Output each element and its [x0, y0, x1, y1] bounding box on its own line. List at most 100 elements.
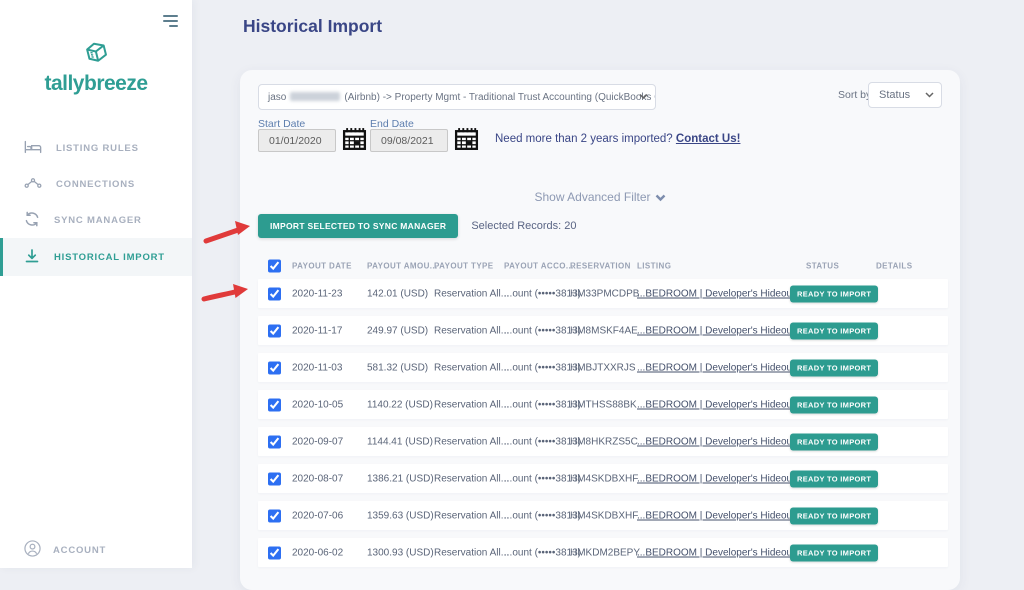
brand-name: tallybreeze — [0, 72, 192, 96]
payout-date: 2020-11-03 — [292, 362, 342, 373]
import-selected-button[interactable]: IMPORT SELECTED TO SYNC MANAGER — [258, 214, 458, 238]
end-date-input[interactable] — [370, 129, 448, 152]
select-all-checkbox[interactable] — [268, 260, 281, 273]
chevron-down-icon — [655, 194, 666, 202]
connection-selected-value: jaso(Airbnb) -> Property Mgmt - Traditio… — [268, 92, 656, 103]
col-payout-account: PAYOUT ACCO... — [504, 262, 574, 271]
sidebar-item-account[interactable]: ACCOUNT — [24, 540, 106, 560]
calendar-icon[interactable] — [453, 126, 480, 158]
sync-icon — [24, 211, 40, 230]
sidebar: tallybreeze LISTING RULES CONNECTIONS — [0, 0, 192, 568]
payout-date: 2020-10-05 — [292, 399, 343, 410]
listing-link[interactable]: ...BEDROOM | Developer's Hideout — [637, 473, 795, 484]
col-details: DETAILS — [876, 262, 912, 271]
reservation-code: HMKDM2BEPY — [570, 547, 640, 558]
status-badge: READY TO IMPORT — [790, 470, 878, 487]
payout-type: Reservation All... — [434, 473, 509, 484]
connection-select[interactable]: jaso(Airbnb) -> Property Mgmt - Traditio… — [258, 84, 656, 110]
reservation-code: HMTHSS88BK — [570, 399, 637, 410]
menu-icon[interactable] — [163, 12, 178, 27]
toolbar: IMPORT SELECTED TO SYNC MANAGER Selected… — [258, 214, 577, 238]
bed-icon — [24, 140, 42, 157]
sidebar-item-label: HISTORICAL IMPORT — [54, 252, 165, 263]
sidebar-item-historical-import[interactable]: HISTORICAL IMPORT — [0, 238, 192, 276]
listing-link[interactable]: ...BEDROOM | Developer's Hideout — [637, 362, 795, 373]
contact-us-link[interactable]: Contact Us! — [676, 133, 741, 145]
row-checkbox[interactable] — [268, 435, 281, 448]
reservation-code: HM4SKDBXHF — [570, 510, 638, 521]
listing-link[interactable]: ...BEDROOM | Developer's Hideout — [637, 325, 795, 336]
status-badge: READY TO IMPORT — [790, 359, 878, 376]
listing-link[interactable]: ...BEDROOM | Developer's Hideout — [637, 436, 795, 447]
import-note: Need more than 2 years imported? Contact… — [495, 133, 740, 145]
reservation-code: HM4SKDBXHF — [570, 473, 638, 484]
redacted-text — [290, 92, 340, 101]
table-header: PAYOUT DATE PAYOUT AMOU... PAYOUT TYPE P… — [258, 256, 948, 276]
page-title: Historical Import — [243, 16, 382, 37]
annotation-arrow-import-button — [203, 217, 255, 247]
status-badge: READY TO IMPORT — [790, 507, 878, 524]
calendar-icon[interactable] — [341, 126, 368, 158]
row-checkbox[interactable] — [268, 324, 281, 337]
sidebar-item-sync-manager[interactable]: SYNC MANAGER — [0, 202, 192, 238]
main-area: Historical Import jaso(Airbnb) -> Proper… — [192, 0, 1024, 568]
show-advanced-filter[interactable]: Show Advanced Filter — [240, 190, 960, 204]
col-listing: LISTING — [637, 262, 671, 271]
table-row: 2020-10-05 1140.22 (USD) Reservation All… — [258, 390, 948, 419]
payout-type: Reservation All... — [434, 510, 509, 521]
status-badge: READY TO IMPORT — [790, 396, 878, 413]
row-checkbox[interactable] — [268, 398, 281, 411]
table-body: 2020-11-23 142.01 (USD) Reservation All.… — [258, 279, 948, 575]
payout-amount: 1300.93 (USD) — [367, 547, 434, 558]
listing-link[interactable]: ...BEDROOM | Developer's Hideout — [637, 288, 795, 299]
table-row: 2020-09-07 1144.41 (USD) Reservation All… — [258, 427, 948, 456]
listing-link[interactable]: ...BEDROOM | Developer's Hideout — [637, 399, 795, 410]
account-label: ACCOUNT — [53, 545, 106, 556]
payout-amount: 249.97 (USD) — [367, 325, 428, 336]
start-date-input[interactable] — [258, 129, 336, 152]
logo: tallybreeze — [0, 38, 192, 96]
sort-by-label: Sort by — [838, 89, 871, 101]
col-reservation: RESERVATION — [570, 262, 631, 271]
sidebar-item-connections[interactable]: CONNECTIONS — [0, 166, 192, 202]
col-payout-amount: PAYOUT AMOU... — [367, 262, 438, 271]
payout-amount: 1144.41 (USD) — [367, 436, 433, 447]
annotation-arrow-first-row — [201, 279, 253, 305]
connections-icon — [24, 177, 42, 192]
reservation-code: HMBJTXXRJS — [570, 362, 636, 373]
table-row: 2020-06-02 1300.93 (USD) Reservation All… — [258, 538, 948, 567]
sort-selected-value: Status — [879, 89, 910, 101]
payout-amount: 581.32 (USD) — [367, 362, 428, 373]
sidebar-item-listing-rules[interactable]: LISTING RULES — [0, 130, 192, 166]
sidebar-item-label: LISTING RULES — [56, 143, 139, 154]
box-logo-icon — [79, 53, 113, 70]
status-badge: READY TO IMPORT — [790, 322, 878, 339]
reservation-code: HM33PMCDPB — [570, 288, 639, 299]
payout-type: Reservation All... — [434, 436, 509, 447]
status-badge: READY TO IMPORT — [790, 544, 878, 561]
row-checkbox[interactable] — [268, 472, 281, 485]
payout-date: 2020-11-17 — [292, 325, 342, 336]
payout-amount: 142.01 (USD) — [367, 288, 428, 299]
reservation-code: HM8HKRZS5C — [570, 436, 638, 447]
listing-link[interactable]: ...BEDROOM | Developer's Hideout — [637, 547, 795, 558]
payout-date: 2020-11-23 — [292, 288, 342, 299]
row-checkbox[interactable] — [268, 287, 281, 300]
sidebar-nav: LISTING RULES CONNECTIONS SYNC MANAGER — [0, 130, 192, 276]
payout-type: Reservation All... — [434, 399, 509, 410]
reservation-code: HM8MSKF4AE — [570, 325, 638, 336]
row-checkbox[interactable] — [268, 361, 281, 374]
listing-link[interactable]: ...BEDROOM | Developer's Hideout — [637, 510, 795, 521]
payout-type: Reservation All... — [434, 362, 509, 373]
row-checkbox[interactable] — [268, 546, 281, 559]
col-status: STATUS — [806, 262, 839, 271]
payout-amount: 1359.63 (USD) — [367, 510, 434, 521]
payout-date: 2020-09-07 — [292, 436, 343, 447]
historical-import-panel: jaso(Airbnb) -> Property Mgmt - Traditio… — [240, 70, 960, 590]
download-icon — [24, 248, 40, 267]
row-checkbox[interactable] — [268, 509, 281, 522]
sort-select[interactable]: Status — [868, 82, 942, 108]
table-row: 2020-08-07 1386.21 (USD) Reservation All… — [258, 464, 948, 493]
person-icon — [24, 540, 41, 560]
table-row: 2020-11-23 142.01 (USD) Reservation All.… — [258, 279, 948, 308]
